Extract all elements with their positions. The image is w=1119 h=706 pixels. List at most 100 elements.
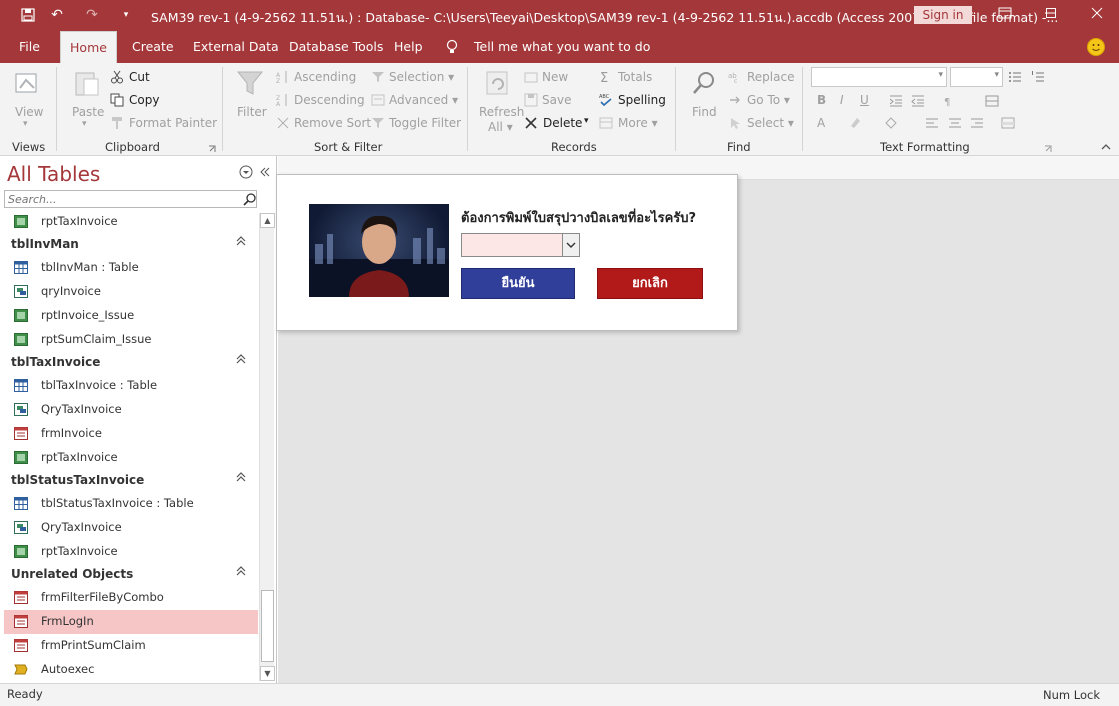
align-left-icon[interactable] — [925, 116, 939, 130]
totals-button[interactable]: Totals — [618, 70, 652, 84]
redo-icon[interactable]: ↷ — [84, 7, 100, 23]
nav-object-item[interactable]: tblTaxInvoice : Table — [4, 374, 258, 398]
maximize-icon[interactable] — [1041, 6, 1061, 24]
toggle-filter-button[interactable]: Toggle Filter — [389, 116, 461, 130]
tab-create[interactable]: Create — [132, 31, 174, 63]
nav-object-item[interactable]: QryTaxInvoice — [4, 398, 258, 422]
new-record-button[interactable]: New — [542, 70, 568, 84]
save-record-icon[interactable] — [524, 93, 538, 107]
paragraph-direction-icon[interactable]: ¶ — [943, 94, 957, 108]
decrease-indent-icon[interactable] — [911, 94, 925, 108]
advanced-filter-icon[interactable] — [371, 93, 385, 107]
copy-icon[interactable] — [110, 93, 124, 107]
view-dropdown-icon[interactable]: ▾ — [23, 119, 28, 129]
select-button[interactable]: Select ▾ — [747, 116, 794, 130]
clipboard-launcher-icon[interactable] — [208, 142, 216, 152]
italic-button[interactable]: I — [840, 93, 844, 107]
align-center-icon[interactable] — [948, 116, 962, 130]
find-icon[interactable] — [690, 69, 720, 99]
filter-icon[interactable] — [236, 68, 266, 98]
refresh-all-icon[interactable] — [484, 69, 514, 99]
nav-object-item[interactable]: tblStatusTaxInvoice : Table — [4, 492, 258, 516]
goto-button[interactable]: Go To ▾ — [747, 93, 790, 107]
invoice-number-combo[interactable] — [461, 233, 580, 257]
nav-scrollbar[interactable]: ▲ ▼ — [259, 213, 275, 681]
text-formatting-launcher-icon[interactable] — [1044, 142, 1052, 152]
sign-in-button[interactable]: Sign in — [914, 6, 972, 24]
nav-object-item[interactable]: frmFilterFileByCombo — [4, 586, 258, 610]
paste-button[interactable]: Paste — [72, 105, 104, 119]
sort-ascending-button[interactable]: Ascending — [294, 70, 356, 84]
navigation-pane-title[interactable]: All Tables — [7, 162, 100, 186]
replace-button[interactable]: Replace — [747, 70, 794, 84]
tab-external-data[interactable]: External Data — [193, 31, 279, 63]
fill-color-icon[interactable] — [884, 116, 898, 130]
bold-button[interactable]: B — [817, 93, 826, 107]
align-right-icon[interactable] — [970, 116, 984, 130]
nav-object-item[interactable]: rptInvoice_Issue — [4, 304, 258, 328]
spelling-icon[interactable]: ABC — [599, 93, 613, 107]
nav-object-item[interactable]: rptSumClaim_Issue — [4, 328, 258, 352]
collapse-ribbon-icon[interactable] — [1100, 141, 1112, 151]
confirm-button[interactable]: ยืนยัน — [461, 268, 575, 299]
collapse-group-icon[interactable] — [236, 236, 246, 249]
paste-dropdown-icon[interactable]: ▾ — [82, 119, 87, 129]
chevron-down-icon[interactable] — [562, 234, 579, 256]
format-painter-button[interactable]: Format Painter — [129, 116, 217, 130]
scroll-up-button[interactable]: ▲ — [260, 213, 275, 228]
toggle-filter-icon[interactable] — [371, 116, 385, 130]
find-button[interactable]: Find — [692, 105, 717, 119]
paste-icon[interactable] — [72, 68, 102, 98]
nav-group-header[interactable]: tblInvMan — [4, 234, 258, 256]
highlight-color-icon[interactable] — [848, 116, 862, 130]
nav-group-header[interactable]: tblTaxInvoice — [4, 352, 258, 374]
tab-file[interactable]: File — [19, 31, 40, 63]
scroll-thumb[interactable] — [261, 590, 274, 662]
refresh-button[interactable]: Refresh — [479, 105, 524, 119]
advanced-button[interactable]: Advanced ▾ — [389, 93, 458, 107]
copy-button[interactable]: Copy — [129, 93, 159, 107]
delete-icon[interactable] — [524, 116, 538, 130]
new-record-icon[interactable] — [524, 70, 538, 84]
more-icon[interactable] — [599, 116, 613, 130]
sort-descending-icon[interactable]: ZA — [276, 93, 290, 108]
lightbulb-icon[interactable] — [445, 39, 459, 55]
goto-icon[interactable] — [728, 93, 742, 107]
font-size-combo[interactable]: ▾ — [950, 67, 1003, 87]
nav-object-item[interactable]: rptTaxInvoice — [4, 540, 258, 564]
totals-icon[interactable]: Σ — [599, 70, 613, 86]
bullets-icon[interactable] — [1008, 70, 1022, 84]
tell-me-search[interactable]: Tell me what you want to do — [474, 31, 650, 63]
refresh-all-button[interactable]: All ▾ — [488, 120, 513, 134]
shutter-bar-close-icon[interactable] — [259, 166, 271, 178]
collapse-group-icon[interactable] — [236, 566, 246, 579]
nav-search-box[interactable] — [4, 190, 257, 208]
collapse-group-icon[interactable] — [236, 354, 246, 367]
scroll-down-button[interactable]: ▼ — [260, 666, 275, 681]
font-name-combo[interactable]: ▾ — [811, 67, 947, 87]
nav-group-header[interactable]: Unrelated Objects — [4, 564, 258, 586]
nav-object-item[interactable]: frmInvoice — [4, 422, 258, 446]
view-button[interactable]: View — [15, 105, 43, 119]
undo-icon[interactable]: ↶ — [49, 7, 65, 23]
nav-object-item[interactable]: tblInvMan : Table — [4, 256, 258, 280]
nav-object-item[interactable]: rptTaxInvoice — [4, 210, 258, 234]
nav-object-item[interactable]: frmPrintSumClaim — [4, 634, 258, 658]
feedback-smiley-icon[interactable] — [1087, 38, 1105, 56]
save-icon[interactable] — [20, 7, 36, 23]
nav-object-item[interactable]: Autoexec — [4, 658, 258, 682]
format-painter-icon[interactable] — [110, 116, 124, 130]
nav-group-header[interactable]: tblStatusTaxInvoice — [4, 470, 258, 492]
sort-descending-button[interactable]: Descending — [294, 93, 365, 107]
cancel-button[interactable]: ยกเลิก — [597, 268, 703, 299]
increase-indent-icon[interactable] — [889, 94, 903, 108]
gridlines-icon[interactable] — [985, 94, 999, 108]
remove-sort-button[interactable]: Remove Sort — [294, 116, 371, 130]
cut-button[interactable]: Cut — [129, 70, 150, 84]
tab-home[interactable]: Home — [60, 31, 117, 63]
nav-object-item[interactable]: QryTaxInvoice — [4, 516, 258, 540]
remove-sort-icon[interactable] — [276, 116, 290, 130]
nav-object-item[interactable]: qryInvoice — [4, 280, 258, 304]
nav-menu-dropdown-icon[interactable] — [239, 165, 253, 179]
view-icon[interactable] — [12, 68, 42, 98]
